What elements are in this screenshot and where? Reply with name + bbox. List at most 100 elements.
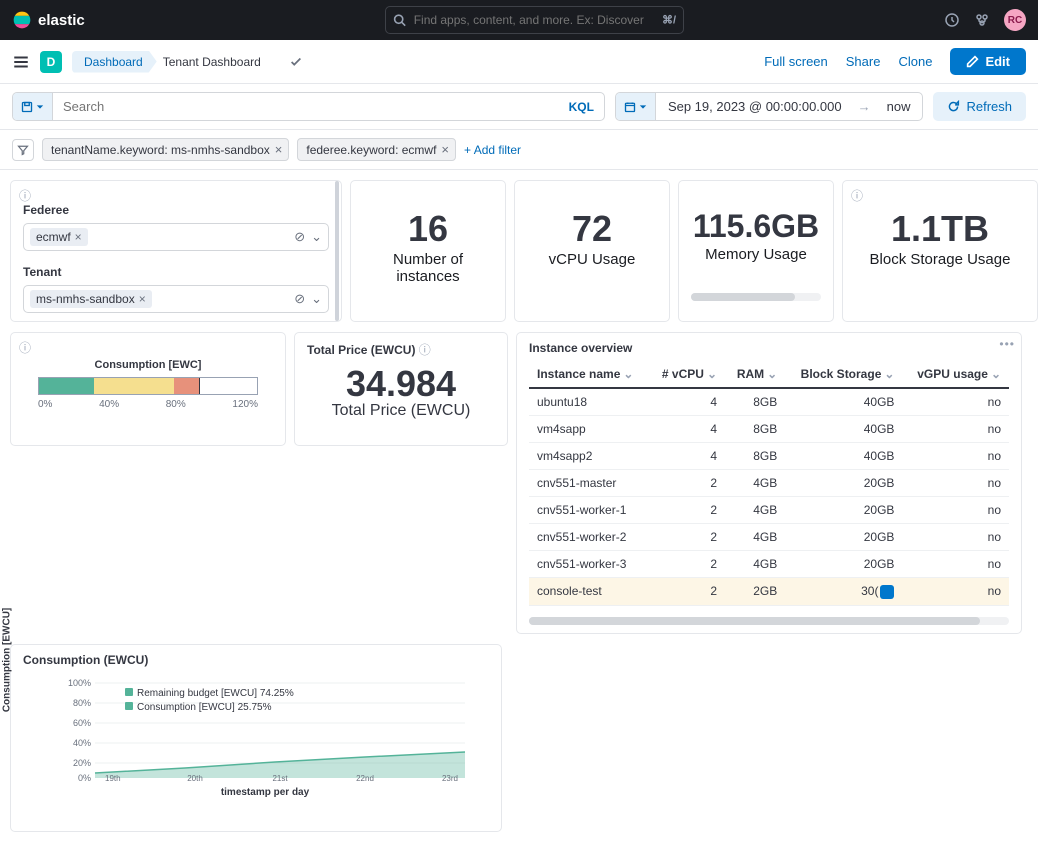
info-icon[interactable]: ⓘ [851,187,863,204]
col-header-ram[interactable]: RAM⌄ [725,361,785,388]
breadcrumb-item-dashboard[interactable]: Dashboard [72,51,157,73]
kql-search-input[interactable] [53,93,559,120]
bar-chart-track [38,377,258,395]
metric-label: Number of instances [363,251,493,285]
y-axis-label: Consumption [EWCU] [2,608,13,712]
cell-vcpu: 4 [649,416,725,443]
table-row[interactable]: cnv551-worker-124GB20GBno [529,497,1009,524]
info-icon[interactable]: ⓘ [19,187,31,204]
global-search[interactable]: ⌘/ [385,6,684,34]
clone-link[interactable]: Clone [898,54,932,69]
metric-value: 72 [527,209,657,249]
fullscreen-link[interactable]: Full screen [764,54,828,69]
table-scroller[interactable]: Instance name⌄ # vCPU⌄ RAM⌄ Block Storag… [529,361,1009,613]
scrollbar[interactable] [529,617,1009,625]
bar-chart-axis: 0% 40% 80% 120% [38,399,258,410]
col-label: Instance name [537,367,620,381]
svg-text:23rd: 23rd [442,774,458,783]
chevron-down-icon [639,103,647,111]
control-label: Federee [23,203,329,217]
breadcrumb: Dashboard Tenant Dashboard [72,51,275,73]
cell-name: vm4sapp2 [529,443,649,470]
cell-vcpu: 2 [649,524,725,551]
scrollbar[interactable] [335,181,339,321]
col-header-name[interactable]: Instance name⌄ [529,361,649,388]
selected-pill: ms-nmhs-sandbox × [30,290,152,308]
cell-vcpu: 4 [649,443,725,470]
breadcrumb-item-current[interactable]: Tenant Dashboard [151,51,275,73]
global-search-shortcut: ⌘/ [662,14,676,27]
info-icon[interactable]: ⓘ [19,339,31,356]
table-row[interactable]: controller24GB20GBno [529,605,1009,613]
global-search-input[interactable] [385,6,684,34]
cell-vcpu: 2 [649,551,725,578]
close-icon[interactable]: × [275,142,283,157]
sort-icon: ⌄ [707,367,717,381]
brand-logo[interactable]: elastic [12,10,85,30]
cell-vgpu: no [902,605,1009,613]
saved-query-button[interactable] [13,93,53,120]
date-picker[interactable]: Sep 19, 2023 @ 00:00:00.000 → now [615,92,924,121]
line-chart-svg: 100%80%60% 40%20%0% 19th September 2023 … [41,673,489,783]
svg-text:19th: 19th [105,774,121,783]
bar-segment [174,378,200,394]
dashboard-grid-row3: Consumption (EWCU) Consumption [EWCU] 10… [0,644,1038,842]
edit-button[interactable]: Edit [950,48,1026,75]
cell-name: controller [529,605,649,613]
clear-icon[interactable]: ⊘ [294,229,305,245]
share-link[interactable]: Share [846,54,881,69]
filter-options-button[interactable] [12,139,34,161]
metric-value: 16 [363,209,493,249]
filter-chip-federee[interactable]: federee.keyword: ecmwf × [297,138,456,161]
calendar-button[interactable] [616,93,656,120]
panel-options-icon[interactable]: ••• [999,337,1015,351]
add-filter-button[interactable]: + Add filter [464,143,521,157]
table-row[interactable]: cnv551-master24GB20GBno [529,470,1009,497]
chevron-down-icon[interactable]: ⌄ [311,291,322,307]
metric-value: 1.1TB [855,209,1025,249]
scrollbar[interactable] [691,293,821,301]
cell-vgpu: no [902,443,1009,470]
bar-chart-title: Consumption [EWC] [23,359,273,371]
table-row[interactable]: cnv551-worker-324GB20GBno [529,551,1009,578]
cell-ram: 4GB [725,551,785,578]
refresh-button[interactable]: Refresh [933,92,1026,121]
date-range-display[interactable]: Sep 19, 2023 @ 00:00:00.000 → now [656,93,923,120]
svg-text:80%: 80% [73,698,91,708]
panel-total-price: Total Price (EWCU) ⓘ 34.984 Total Price … [294,332,508,446]
info-icon[interactable]: ⓘ [419,343,431,357]
kql-language-button[interactable]: KQL [559,93,604,120]
close-icon[interactable]: × [75,230,82,244]
close-icon[interactable]: × [139,292,146,306]
cell-vgpu: no [902,578,1009,606]
control-tenant-input[interactable]: ms-nmhs-sandbox × ⊘ ⌄ [23,285,329,313]
close-icon[interactable]: × [441,142,449,157]
query-input-group: KQL [12,92,605,121]
chevron-down-icon[interactable]: ⌄ [311,229,322,245]
svg-text:21st: 21st [272,774,288,783]
filter-chip-tenant[interactable]: tenantName.keyword: ms-nmhs-sandbox × [42,138,289,161]
integrations-icon[interactable] [974,12,990,28]
control-federee-input[interactable]: ecmwf × ⊘ ⌄ [23,223,329,251]
filter-chip-label: tenantName.keyword: ms-nmhs-sandbox [51,143,270,157]
table-row[interactable]: vm4sapp248GB40GBno [529,443,1009,470]
clear-icon[interactable]: ⊘ [294,291,305,307]
nav-toggle-icon[interactable] [12,53,30,71]
cell-ram: 2GB [725,578,785,606]
app-badge[interactable]: D [40,51,62,73]
user-avatar[interactable]: RC [1004,9,1026,31]
col-label: Block Storage [801,367,882,381]
svg-text:Consumption [EWCU] 25: Consumption [EWCU] 25.75% [137,702,272,713]
col-header-vcpu[interactable]: # vCPU⌄ [649,361,725,388]
table-row[interactable]: console-test22GB30(no [529,578,1009,606]
dashboard-grid-row2: ⓘ Consumption [EWC] 0% 40% 80% 120% Tota… [0,332,1038,644]
cell-ram: 4GB [725,524,785,551]
table-row[interactable]: ubuntu1848GB40GBno [529,388,1009,416]
newsfeed-icon[interactable] [944,12,960,28]
panel-title: Consumption (EWCU) [23,653,489,667]
col-header-vgpu[interactable]: vGPU usage⌄ [902,361,1009,388]
table-row[interactable]: cnv551-worker-224GB20GBno [529,524,1009,551]
col-header-block[interactable]: Block Storage⌄ [785,361,902,388]
table-row[interactable]: vm4sapp48GB40GBno [529,416,1009,443]
col-label: vGPU usage [917,367,988,381]
